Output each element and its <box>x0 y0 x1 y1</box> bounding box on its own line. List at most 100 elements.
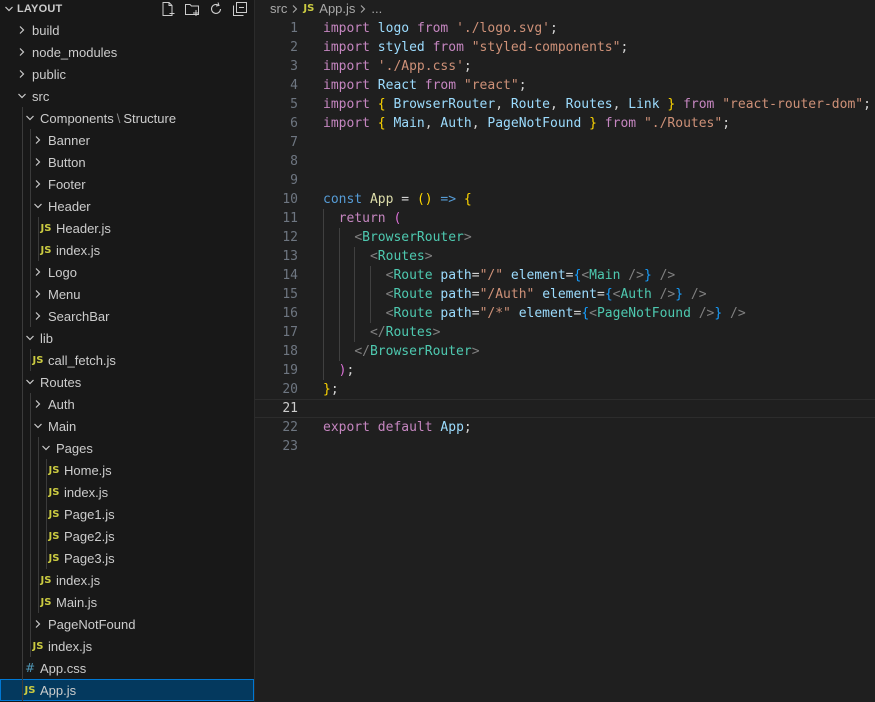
code-line[interactable]: 4 import React from "react"; <box>255 76 875 95</box>
code-line[interactable]: 19 ); <box>255 361 875 380</box>
code-token: ; <box>550 21 558 36</box>
code-line[interactable]: 9 <box>255 171 875 190</box>
code-token: Routes <box>377 249 425 264</box>
chevron-down-icon <box>2 2 16 16</box>
code-token: </ <box>354 344 370 359</box>
code-line[interactable]: 21 <box>255 399 875 418</box>
code-line[interactable]: 15 <Route path="/Auth" element={<Auth />… <box>255 285 875 304</box>
tree-file[interactable]: JS index.js <box>0 239 254 261</box>
tree-file[interactable]: JS Header.js <box>0 217 254 239</box>
tree-folder[interactable]: Menu <box>0 283 254 305</box>
tree-item-label: node_modules <box>32 44 118 60</box>
code-line[interactable]: 7 <box>255 133 875 152</box>
code-token: { <box>377 116 386 131</box>
line-number: 13 <box>282 249 298 264</box>
tree-folder[interactable]: PageNotFound <box>0 613 254 635</box>
code-text: <Routes> <box>323 247 433 266</box>
code-token: ; <box>518 78 527 93</box>
refresh-icon[interactable] <box>208 1 224 17</box>
tree-file[interactable]: JS index.js <box>0 635 254 657</box>
tree-file[interactable]: JS Page2.js <box>0 525 254 547</box>
code-token: from <box>683 97 715 112</box>
code-line[interactable]: 14 <Route path="/" element={<Main />} /> <box>255 266 875 285</box>
tree-file[interactable]: JS Page3.js <box>0 547 254 569</box>
chevron-right-icon <box>30 132 46 148</box>
code-line[interactable]: 3 import './App.css'; <box>255 57 875 76</box>
code-text: import { Main, Auth, PageNotFound } from… <box>323 114 730 133</box>
code-token: Main <box>393 116 425 131</box>
code-editor[interactable]: src JS App.js ... 1 import logo from './l… <box>255 0 875 702</box>
code-token: logo <box>377 21 410 36</box>
tree-folder[interactable]: src <box>0 85 254 107</box>
line-number: 19 <box>282 363 298 378</box>
tree-file[interactable]: JS Main.js <box>0 591 254 613</box>
new-folder-icon[interactable] <box>184 1 200 17</box>
code-token: { <box>581 306 590 321</box>
tree-folder[interactable]: Header <box>0 195 254 217</box>
tree-file[interactable]: JS Page1.js <box>0 503 254 525</box>
code-line[interactable]: 2 import styled from "styled-components"; <box>255 38 875 57</box>
tree-file[interactable]: # App.css <box>0 657 254 679</box>
code-line[interactable]: 11 return ( <box>255 209 875 228</box>
code-line[interactable]: 17 </Routes> <box>255 323 875 342</box>
code-line[interactable]: 12 <BrowserRouter> <box>255 228 875 247</box>
code-line[interactable]: 18 </BrowserRouter> <box>255 342 875 361</box>
breadcrumb-folder[interactable]: src <box>270 1 287 16</box>
tree-file[interactable]: JS App.js <box>0 679 254 701</box>
code-token: /> <box>659 287 676 302</box>
new-file-icon[interactable] <box>160 1 176 17</box>
tree-folder[interactable]: Footer <box>0 173 254 195</box>
code-line[interactable]: 23 <box>255 437 875 456</box>
tree-file[interactable]: JS call_fetch.js <box>0 349 254 371</box>
indent-guide <box>22 635 23 657</box>
tree-file[interactable]: JS index.js <box>0 481 254 503</box>
code-token: element <box>542 287 597 302</box>
tree-folder[interactable]: Routes <box>0 371 254 393</box>
code-lines[interactable]: 1 import logo from './logo.svg'; 2 import s… <box>255 19 875 456</box>
collapse-all-icon[interactable] <box>232 1 248 17</box>
tree-folder[interactable]: node_modules <box>0 41 254 63</box>
tree-file[interactable]: JS Home.js <box>0 459 254 481</box>
code-line[interactable]: 5 import { BrowserRouter, Route, Routes, … <box>255 95 875 114</box>
tree-folder[interactable]: Main <box>0 415 254 437</box>
code-line[interactable]: 13 <Routes> <box>255 247 875 266</box>
js-file-icon: JS <box>303 3 315 14</box>
tree-item-label: Page3.js <box>64 550 115 566</box>
explorer-section-header[interactable]: LAYOUT <box>0 0 254 17</box>
tree-folder[interactable]: Logo <box>0 261 254 283</box>
tree-file[interactable]: JS index.js <box>0 569 254 591</box>
code-line[interactable]: 1 import logo from './logo.svg'; <box>255 19 875 38</box>
code-token: { <box>463 192 472 207</box>
breadcrumb-file[interactable]: App.js <box>319 1 355 16</box>
code-text: <BrowserRouter> <box>323 228 471 247</box>
tree-item-label: Home.js <box>64 462 112 478</box>
code-token: > <box>432 325 441 340</box>
code-line[interactable]: 10 const App = () => { <box>255 190 875 209</box>
tree-folder[interactable]: Components \ Structure <box>0 107 254 129</box>
indent-guide <box>22 239 23 261</box>
tree-folder[interactable]: public <box>0 63 254 85</box>
code-line[interactable]: 16 <Route path="/*" element={<PageNotFou… <box>255 304 875 323</box>
tree-folder[interactable]: build <box>0 19 254 41</box>
code-token: = <box>471 268 480 283</box>
code-line[interactable]: 20}; <box>255 380 875 399</box>
tree-folder[interactable]: Banner <box>0 129 254 151</box>
code-token: Main <box>589 268 621 283</box>
tree-folder[interactable]: Pages <box>0 437 254 459</box>
code-line[interactable]: 22 export default App; <box>255 418 875 437</box>
breadcrumb-symbols[interactable]: ... <box>371 1 382 16</box>
code-line[interactable]: 6 import { Main, Auth, PageNotFound } fro… <box>255 114 875 133</box>
code-line[interactable]: 8 <box>255 152 875 171</box>
tree-folder[interactable]: SearchBar <box>0 305 254 327</box>
tree-folder[interactable]: lib <box>0 327 254 349</box>
tree-folder[interactable]: Auth <box>0 393 254 415</box>
tree-folder[interactable]: Button <box>0 151 254 173</box>
